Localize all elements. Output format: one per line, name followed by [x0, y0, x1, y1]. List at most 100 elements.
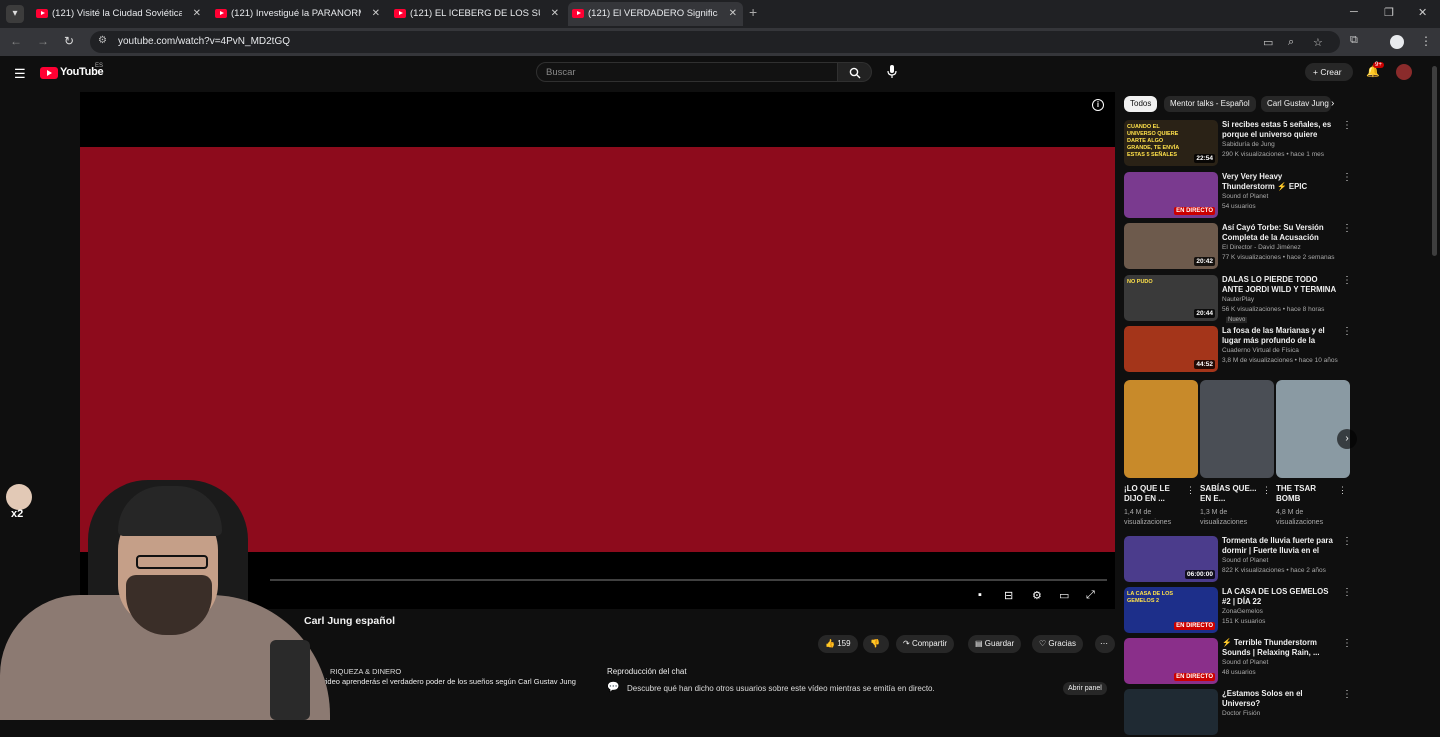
video-thumbnail[interactable]	[1124, 689, 1218, 735]
close-tab-icon[interactable]: ✕	[551, 2, 559, 26]
video-title[interactable]: La fosa de las Marianas y el lugar más p…	[1222, 326, 1336, 346]
more-options-icon[interactable]: ⋮	[1342, 275, 1352, 286]
video-title[interactable]: ⚡ Terrible Thunderstorm Sounds | Relaxin…	[1222, 638, 1336, 658]
site-info-icon[interactable]: ⚙	[98, 35, 107, 46]
browser-profile-icon[interactable]	[1390, 35, 1404, 49]
related-video[interactable]: ¿Estamos Solos en el Universo? Doctor Fis…	[1124, 689, 1354, 737]
channel-name[interactable]: ZonaGemelos	[1222, 608, 1263, 615]
short-video[interactable]: ¡LO QUE LE DIJO EN ... 1,4 M de visualiza…	[1124, 380, 1198, 526]
related-video[interactable]: EN DIRECTO Very Very Heavy Thunderstorm ⚡…	[1124, 171, 1354, 220]
more-options-icon[interactable]: ⋮	[1342, 223, 1352, 234]
reload-icon[interactable]: ↻	[64, 34, 74, 48]
more-options-icon[interactable]: ⋮	[1262, 485, 1271, 496]
channel-name[interactable]: Sound of Planet	[1222, 659, 1268, 666]
browser-tab[interactable]: (121) Investigué la PARANORMAL ✕	[211, 2, 386, 26]
chip-all[interactable]: Todos	[1124, 96, 1158, 112]
video-title[interactable]: Very Very Heavy Thunderstorm ⚡ EPIC THUN…	[1222, 172, 1336, 192]
save-button[interactable]: ▤ Guardar	[968, 635, 1022, 653]
back-icon[interactable]: ←	[10, 34, 22, 48]
video-title[interactable]: Si recibes estas 5 señales, es porque el…	[1222, 120, 1336, 140]
video-title[interactable]: Así Cayó Torbe: Su Versión Completa de l…	[1222, 223, 1336, 243]
short-title[interactable]: THE TSAR BOMB	[1276, 484, 1334, 504]
dislike-button[interactable]: 👎	[863, 635, 889, 653]
short-video[interactable]: SABÍAS QUE... EN E... 1,3 M de visualizac…	[1200, 380, 1274, 526]
address-bar[interactable]: ⚙ youtube.com/watch?v=4PvN_MD2tGQ ▭ ⌕ ☆	[90, 31, 1340, 53]
subtitles-icon[interactable]: ▪	[978, 589, 982, 601]
chevron-right-icon[interactable]: ›	[1331, 98, 1334, 109]
search-input[interactable]: Buscar	[536, 62, 838, 82]
create-button[interactable]: + Crear	[1305, 63, 1353, 81]
info-icon[interactable]: i	[1092, 99, 1104, 111]
video-thumbnail[interactable]: EN DIRECTO	[1124, 638, 1218, 684]
short-thumbnail[interactable]	[1200, 380, 1274, 478]
shorts-next-icon[interactable]: ›	[1337, 429, 1357, 449]
video-title[interactable]: Tormenta de lluvia fuerte para dormir | …	[1222, 536, 1336, 556]
open-panel-button[interactable]: Abrir panel	[1063, 682, 1107, 695]
more-options-icon[interactable]: ⋮	[1342, 536, 1352, 547]
short-video[interactable]: THE TSAR BOMB 4,8 M de visualizaciones ⋮	[1276, 380, 1350, 526]
close-tab-icon[interactable]: ✕	[729, 2, 737, 26]
related-video[interactable]: LA CASA DE LOS GEMELOS 2 EN DIRECTO LA CAS…	[1124, 587, 1354, 635]
like-button[interactable]: 👍 159	[818, 635, 858, 653]
more-options-icon[interactable]: ⋮	[1342, 587, 1352, 598]
channel-name[interactable]: Sabiduría de Jung	[1222, 141, 1275, 148]
theater-mode-icon[interactable]: ▭	[1059, 589, 1069, 602]
fullscreen-icon[interactable]: ⤢	[1086, 589, 1095, 602]
video-title[interactable]: DALAS LO PIERDE TODO ANTE JORDI WILD Y T…	[1222, 275, 1336, 295]
related-video[interactable]: 44:52 La fosa de las Marianas y el lugar …	[1124, 326, 1354, 374]
video-thumbnail[interactable]: EN DIRECTO	[1124, 171, 1218, 218]
account-avatar[interactable]	[1396, 64, 1412, 80]
more-options-icon[interactable]: ⋮	[1342, 326, 1352, 337]
channel-name[interactable]: Cuaderno Virtual de Física	[1222, 347, 1299, 354]
channel-name[interactable]: Sound of Planet	[1222, 557, 1268, 564]
progress-bar[interactable]	[270, 579, 1107, 581]
search-button[interactable]	[838, 62, 872, 82]
more-options-icon[interactable]: ⋮	[1342, 120, 1352, 131]
more-actions-icon[interactable]: ⋯	[1095, 635, 1115, 653]
video-title[interactable]: ¿Estamos Solos en el Universo?	[1222, 689, 1336, 709]
hamburger-menu-icon[interactable]: ☰	[14, 66, 26, 82]
short-title[interactable]: ¡LO QUE LE DIJO EN ...	[1124, 484, 1182, 504]
settings-gear-icon[interactable]: ⚙	[1032, 589, 1042, 602]
video-thumbnail[interactable]: LA CASA DE LOS GEMELOS 2 EN DIRECTO	[1124, 587, 1218, 633]
browser-tab-active[interactable]: (121) El VERDADERO Significado ✕	[568, 2, 743, 26]
more-options-icon[interactable]: ⋮	[1342, 689, 1352, 700]
chip-carl-jung[interactable]: Carl Gustav Jung	[1261, 96, 1331, 112]
restore-icon[interactable]: ❐	[1384, 6, 1394, 19]
zoom-icon[interactable]: ⌕	[1288, 36, 1294, 49]
related-video[interactable]: 20:42 Así Cayó Torbe: Su Versión Completa…	[1124, 223, 1354, 271]
more-options-icon[interactable]: ⋮	[1342, 638, 1352, 649]
short-thumbnail[interactable]	[1276, 380, 1350, 478]
browser-tab[interactable]: (121) Visité la Ciudad Soviética ✕	[32, 2, 207, 26]
close-window-icon[interactable]: ✕	[1418, 6, 1427, 19]
channel-name[interactable]: Doctor Fisión	[1222, 710, 1260, 717]
tab-search-dropdown[interactable]: ▾	[6, 5, 24, 23]
more-options-icon[interactable]: ⋮	[1338, 485, 1347, 496]
video-thumbnail[interactable]: CUANDO EL UNIVERSO QUIERE DARTE ALGO GRA…	[1124, 120, 1218, 166]
share-button[interactable]: ↷ Compartir	[896, 635, 955, 653]
video-thumbnail[interactable]: NO PUDO 20:44	[1124, 274, 1218, 321]
channel-name[interactable]: Sound of Planet	[1222, 193, 1268, 200]
close-tab-icon[interactable]: ✕	[372, 2, 380, 26]
video-thumbnail[interactable]: 44:52	[1124, 326, 1218, 372]
forward-icon[interactable]: →	[37, 34, 49, 48]
chip-mentor-talks[interactable]: Mentor talks - Español	[1164, 96, 1256, 112]
video-thumbnail[interactable]: 06:00:00	[1124, 536, 1218, 582]
thanks-button[interactable]: ♡ Gracias	[1032, 635, 1083, 653]
short-title[interactable]: SABÍAS QUE... EN E...	[1200, 484, 1258, 504]
more-options-icon[interactable]: ⋮	[1186, 485, 1195, 496]
short-thumbnail[interactable]	[1124, 380, 1198, 478]
bookmark-star-icon[interactable]: ☆	[1313, 36, 1323, 49]
channel-name[interactable]: NauterPlay	[1222, 296, 1254, 303]
cast-icon[interactable]: ▭	[1263, 36, 1273, 49]
captions-icon[interactable]: ⊟	[1004, 589, 1013, 602]
video-description[interactable]: video aprenderás el verdadero poder de l…	[322, 677, 576, 686]
extensions-icon[interactable]: ⧉	[1350, 34, 1358, 47]
related-video[interactable]: NO PUDO 20:44 DALAS LO PIERDE TODO ANTE JO…	[1124, 274, 1354, 323]
microphone-icon[interactable]	[887, 65, 897, 79]
youtube-logo-icon[interactable]	[40, 67, 58, 79]
video-title[interactable]: LA CASA DE LOS GEMELOS #2 | DÍA 22	[1222, 587, 1336, 607]
related-video[interactable]: EN DIRECTO ⚡ Terrible Thunderstorm Sounds…	[1124, 638, 1354, 686]
page-scrollbar[interactable]	[1432, 66, 1437, 256]
more-options-icon[interactable]: ⋮	[1342, 172, 1352, 183]
